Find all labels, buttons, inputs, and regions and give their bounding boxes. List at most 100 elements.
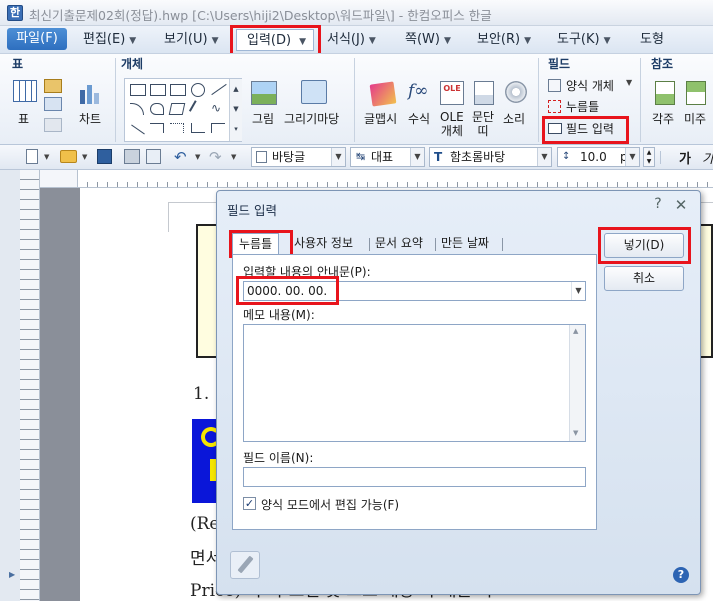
guide-text-input[interactable]: 0000. 00. 00. ▼ — [243, 281, 586, 301]
new-document-icon[interactable] — [26, 149, 38, 164]
tab-created-date[interactable]: 만든 날짜 — [437, 233, 493, 255]
picture-icon[interactable] — [251, 81, 277, 105]
endnote-icon[interactable] — [686, 81, 706, 105]
editable-in-form-mode-label[interactable]: 양식 모드에서 편집 가능(F) — [261, 496, 399, 513]
textbox-vertical-icon[interactable] — [150, 84, 166, 96]
formula-button-label[interactable]: 수식 — [408, 110, 430, 127]
footnote-button-label[interactable]: 각주 — [652, 110, 674, 127]
print-preview-icon[interactable] — [146, 149, 161, 164]
scroll-up-icon[interactable]: ▲ — [573, 327, 578, 335]
footnote-icon[interactable] — [655, 81, 675, 105]
pencil-icon — [237, 555, 254, 574]
textart-button-label[interactable]: 글맵시 — [364, 110, 397, 127]
chevron-down-icon[interactable]: ▼ — [231, 153, 236, 161]
menu-security[interactable]: 보안(R) ▼ — [477, 29, 531, 51]
separator — [354, 58, 355, 142]
curve-icon[interactable] — [150, 103, 164, 115]
endnote-button-label[interactable]: 미주 — [684, 110, 706, 127]
polygon-icon[interactable] — [168, 103, 186, 115]
vertical-ruler[interactable] — [20, 170, 40, 601]
cancel-button[interactable]: 취소 — [604, 266, 684, 291]
drawing-gallery-icon[interactable] — [301, 80, 327, 104]
expand-panel-icon[interactable]: ▶ — [9, 570, 15, 579]
close-icon[interactable]: ✕ — [673, 196, 689, 214]
chevron-down-icon[interactable]: ▼ — [82, 153, 87, 161]
table-icon[interactable] — [13, 80, 37, 102]
memo-scrollbar[interactable]: ▲ ▼ — [569, 325, 585, 441]
edit-pencil-button[interactable] — [230, 551, 260, 579]
chevron-down-icon[interactable]: ▼ — [195, 153, 200, 161]
font-select[interactable]: T 함초롬바탕 ▼ — [429, 147, 552, 167]
scribble-icon[interactable]: ∿ — [211, 101, 225, 115]
drawing-gallery-label[interactable]: 그리기마당 — [284, 110, 339, 127]
chevron-down-icon: ▼ — [410, 148, 424, 166]
gallery-scroll[interactable]: ▲ ▼ ▾ — [229, 79, 242, 141]
undo-icon[interactable]: ↶ — [174, 148, 187, 166]
line-icon[interactable] — [211, 83, 227, 96]
table-grid-icon[interactable] — [44, 118, 62, 132]
italic-button[interactable]: 가 — [702, 148, 713, 167]
language-select[interactable]: ↹ 대표 ▼ — [350, 147, 425, 167]
open-folder-icon[interactable] — [60, 150, 77, 163]
chart-icon[interactable] — [79, 82, 103, 104]
print-icon[interactable] — [124, 149, 140, 164]
menu-page[interactable]: 쪽(W) ▼ — [405, 29, 451, 51]
menu-file[interactable]: 파일(F) — [7, 28, 67, 50]
insert-button[interactable]: 넣기(D) — [604, 233, 684, 258]
ribbon: 표 개체 필드 참조 표 차트 ∿ ▲▼▾ 그림 그리기마당 글맵시 f∞ — [0, 53, 713, 145]
paragraph-band-icon[interactable] — [474, 81, 494, 105]
font-value: 함초롬바탕 — [450, 150, 506, 164]
menu-tools[interactable]: 도구(K) ▼ — [557, 29, 611, 51]
table-erase-icon[interactable] — [44, 97, 62, 111]
horizontal-ruler[interactable] — [78, 170, 713, 188]
menu-shape[interactable]: 도형 — [640, 29, 664, 51]
tab-click-here[interactable]: 누름틀 — [232, 233, 280, 256]
ole-button-label[interactable]: OLE 개체 — [440, 110, 464, 138]
arc-icon[interactable] — [130, 103, 144, 115]
connector-elbow-icon[interactable] — [150, 123, 164, 133]
connector-straight-icon[interactable] — [131, 124, 145, 135]
textbox-icon[interactable] — [130, 84, 146, 96]
menu-view[interactable]: 보기(U) ▼ — [164, 29, 219, 51]
save-icon[interactable] — [97, 149, 112, 164]
shape-gallery[interactable]: ∿ ▲ ▼ ▾ — [124, 78, 242, 142]
field-name-input[interactable] — [243, 467, 586, 487]
dialog-title: 필드 입력 — [227, 203, 277, 218]
connector-dotted-icon[interactable] — [170, 123, 184, 133]
table-button-label[interactable]: 표 — [18, 110, 29, 127]
sound-icon[interactable] — [505, 81, 527, 103]
editable-in-form-mode-checkbox[interactable]: ✓ — [243, 497, 256, 510]
tab-separator — [435, 238, 436, 251]
bold-button[interactable]: 가 — [679, 148, 691, 167]
menu-format[interactable]: 서식(J) ▼ — [327, 29, 376, 51]
menu-edit[interactable]: 편집(E) ▼ — [83, 29, 136, 51]
ole-object-icon[interactable]: OLE — [440, 81, 464, 105]
tab-user-info[interactable]: 사용자 정보 — [290, 233, 357, 255]
textart-icon[interactable] — [369, 81, 397, 107]
style-select[interactable]: 바탕글 ▼ — [251, 147, 346, 167]
chevron-down-icon[interactable]: ▼ — [44, 153, 49, 161]
chart-button-label[interactable]: 차트 — [79, 110, 101, 127]
connector-elbow3-icon[interactable] — [211, 123, 225, 133]
scroll-down-icon[interactable]: ▼ — [573, 429, 578, 437]
sound-button-label[interactable]: 소리 — [503, 110, 525, 127]
picture-button-label[interactable]: 그림 — [252, 110, 274, 127]
page-margin-line — [168, 202, 169, 232]
tab-doc-summary[interactable]: 문서 요약 — [371, 233, 427, 255]
font-size-select[interactable]: ↕10.0pt▼ — [557, 147, 640, 167]
help-circle-icon[interactable]: ? — [673, 567, 689, 583]
pen-icon[interactable] — [188, 100, 208, 118]
help-icon[interactable]: ? — [650, 196, 666, 214]
paragraph-band-label[interactable]: 문단 띠 — [472, 110, 494, 138]
formula-icon[interactable]: f∞ — [408, 81, 432, 105]
connector-elbow2-icon[interactable] — [191, 123, 205, 133]
ellipse-icon[interactable] — [191, 83, 205, 97]
redo-icon[interactable]: ↷ — [209, 148, 222, 166]
chevron-down-icon[interactable]: ▼ — [571, 282, 585, 300]
hwp-app-icon[interactable]: 한 — [7, 5, 23, 21]
memo-textarea[interactable]: ▲ ▼ — [243, 324, 586, 442]
rectangle-icon[interactable] — [170, 84, 186, 96]
table-draw-icon[interactable] — [44, 79, 62, 93]
menu-insert[interactable]: 입력(D) ▼ — [236, 29, 314, 51]
size-spinner[interactable]: ▲ ▼ — [643, 147, 655, 167]
